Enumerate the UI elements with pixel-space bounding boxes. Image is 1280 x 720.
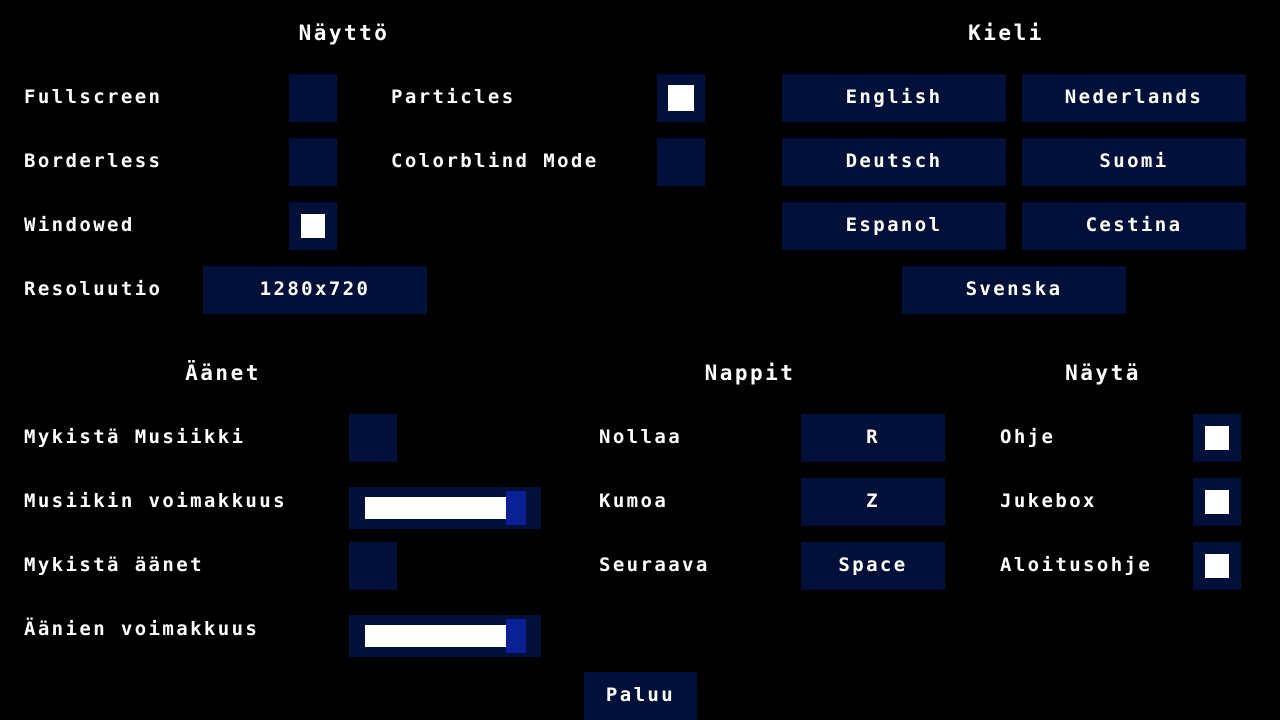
mute-sounds-checkbox[interactable] (349, 542, 397, 590)
reset-key-button[interactable]: R (801, 414, 945, 462)
back-button[interactable]: Paluu (584, 672, 697, 720)
language-button-nederlands[interactable]: Nederlands (1022, 74, 1246, 122)
back-button-label: Paluu (605, 683, 676, 706)
jukebox-checkbox[interactable] (1193, 478, 1241, 526)
language-button-cestina[interactable]: Cestina (1022, 202, 1246, 250)
keys-section-title: Nappit (704, 361, 796, 385)
music-volume-label: Musiikin voimakkuus (24, 490, 287, 512)
music-volume-fill (365, 497, 506, 519)
mute-music-checkbox[interactable] (349, 414, 397, 462)
fullscreen-label: Fullscreen (24, 86, 163, 108)
language-button-deutsch[interactable]: Deutsch (782, 138, 1006, 186)
checkbox-mark (1204, 489, 1230, 515)
start-tutorial-label: Aloitusohje (1000, 554, 1153, 576)
settings-screen: Näyttö Fullscreen Borderless Windowed Pa… (0, 0, 1280, 720)
resolution-value: 1280x720 (259, 277, 371, 300)
audio-section-title: Äänet (185, 361, 261, 385)
key-binding-value: Z (866, 489, 880, 512)
windowed-label: Windowed (24, 214, 135, 236)
language-button-label: Cestina (1085, 213, 1183, 236)
language-button-label: Deutsch (845, 149, 943, 172)
start-tutorial-checkbox[interactable] (1193, 542, 1241, 590)
next-key-button[interactable]: Space (801, 542, 945, 590)
language-button-label: Nederlands (1064, 85, 1204, 108)
particles-label: Particles (391, 86, 516, 108)
next-key-label: Seuraava (599, 554, 710, 576)
show-section-title: Näytä (1065, 361, 1141, 385)
colorblind-mode-label: Colorblind Mode (391, 150, 599, 172)
fullscreen-checkbox[interactable] (289, 74, 337, 122)
language-button-label: Suomi (1099, 149, 1169, 172)
help-checkbox[interactable] (1193, 414, 1241, 462)
mute-music-label: Mykistä Musiikki (24, 426, 246, 448)
checkbox-mark (1204, 553, 1230, 579)
checkbox-mark (667, 84, 695, 112)
display-section-title: Näyttö (298, 21, 390, 45)
sound-volume-label: Äänien voimakkuus (24, 618, 260, 640)
language-button-espanol[interactable]: Espanol (782, 202, 1006, 250)
jukebox-label: Jukebox (1000, 490, 1097, 512)
language-button-suomi[interactable]: Suomi (1022, 138, 1246, 186)
language-button-label: Svenska (965, 277, 1063, 300)
help-label: Ohje (1000, 426, 1056, 448)
key-binding-value: R (866, 425, 880, 448)
borderless-checkbox[interactable] (289, 138, 337, 186)
language-button-label: Espanol (845, 213, 943, 236)
sound-volume-slider[interactable] (349, 615, 541, 657)
undo-key-label: Kumoa (599, 490, 669, 512)
key-binding-value: Space (838, 553, 908, 576)
music-volume-handle[interactable] (506, 491, 526, 525)
language-button-label: English (845, 85, 943, 108)
language-button-svenska[interactable]: Svenska (902, 266, 1126, 314)
mute-sounds-label: Mykistä äänet (24, 554, 204, 576)
resolution-label: Resoluutio (24, 278, 163, 300)
sound-volume-fill (365, 625, 506, 647)
music-volume-slider[interactable] (349, 487, 541, 529)
checkbox-mark (300, 213, 326, 239)
language-button-english[interactable]: English (782, 74, 1006, 122)
checkbox-mark (1204, 425, 1230, 451)
reset-key-label: Nollaa (599, 426, 683, 448)
sound-volume-handle[interactable] (506, 619, 526, 653)
undo-key-button[interactable]: Z (801, 478, 945, 526)
particles-checkbox[interactable] (657, 74, 705, 122)
windowed-checkbox[interactable] (289, 202, 337, 250)
borderless-label: Borderless (24, 150, 163, 172)
resolution-dropdown[interactable]: 1280x720 (203, 266, 427, 314)
language-section-title: Kieli (968, 21, 1044, 45)
colorblind-mode-checkbox[interactable] (657, 138, 705, 186)
